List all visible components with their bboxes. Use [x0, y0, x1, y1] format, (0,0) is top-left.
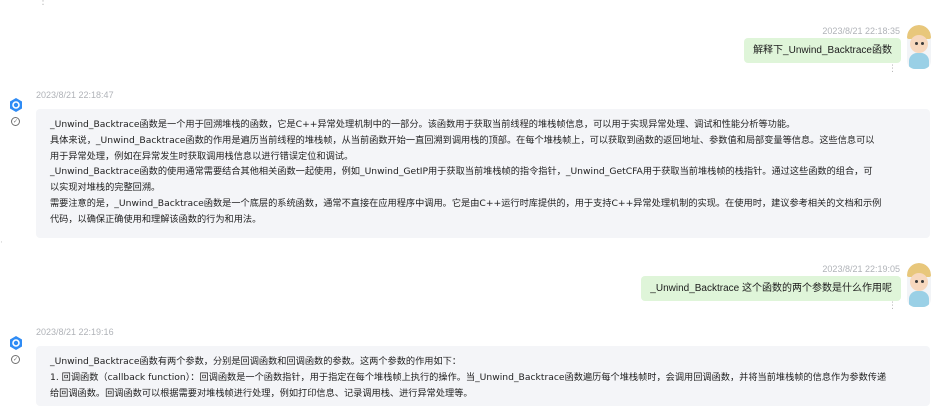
message-line: 用于异常处理，例如在异常发生时获取调用栈信息以进行错误定位和调试。: [50, 150, 354, 162]
message-timestamp: 2023/8/21 22:19:16: [36, 327, 114, 337]
bot-hexagon-icon: [10, 98, 22, 112]
check-circle-icon[interactable]: ✓: [11, 117, 20, 126]
message-timestamp: 2023/8/21 22:18:47: [36, 90, 114, 100]
more-vertical-icon[interactable]: ⋮: [38, 0, 48, 7]
message-line: 给回调函数。回调函数可以根据需要对堆栈帧进行处理，例如打印信息、记录调用栈、进行…: [50, 387, 473, 399]
message-line: 需要注意的是，_Unwind_Backtrace函数是一个底层的系统函数，通常不…: [50, 197, 882, 209]
message-line: 具体来说，_Unwind_Backtrace函数的作用是遍历当前线程的堆栈帧，从…: [50, 134, 875, 146]
message-line: _Unwind_Backtrace函数的使用通常需要结合其他相关函数一起使用，例…: [50, 166, 873, 178]
assistant-message-bubble: _Unwind_Backtrace函数是一个用于回溯堆栈的函数，它是C++异常处…: [36, 109, 930, 238]
message-line: 代码，以确保正确使用和理解该函数的行为和用法。: [50, 213, 262, 225]
assistant-message-bubble: _Unwind_Backtrace函数有两个参数，分别是回调函数和回调函数的参数…: [36, 346, 930, 406]
message-line: 1. 回调函数（callback function）：回调函数是一个函数指针，用…: [50, 371, 887, 383]
message-line: _Unwind_Backtrace函数有两个参数，分别是回调函数和回调函数的参数…: [50, 356, 462, 367]
more-horizontal-icon[interactable]: ⋮: [888, 64, 897, 74]
message-line: 以实现对堆栈的完整回溯。: [50, 182, 161, 194]
user-avatar: [907, 263, 931, 307]
user-avatar: [907, 25, 931, 69]
divider-mark: ·: [0, 238, 3, 248]
check-circle-icon[interactable]: ✓: [11, 355, 20, 364]
message-timestamp: 2023/8/21 22:19:05: [822, 264, 900, 274]
user-message-bubble: _Unwind_Backtrace 这个函数的两个参数是什么作用呢: [641, 276, 901, 301]
user-message-bubble: 解释下_Unwind_Backtrace函数: [744, 38, 901, 63]
message-timestamp: 2023/8/21 22:18:35: [822, 26, 900, 36]
message-line: _Unwind_Backtrace函数是一个用于回溯堆栈的函数，它是C++异常处…: [50, 119, 796, 130]
more-horizontal-icon[interactable]: ⋮: [888, 301, 897, 311]
bot-hexagon-icon: [10, 336, 22, 350]
